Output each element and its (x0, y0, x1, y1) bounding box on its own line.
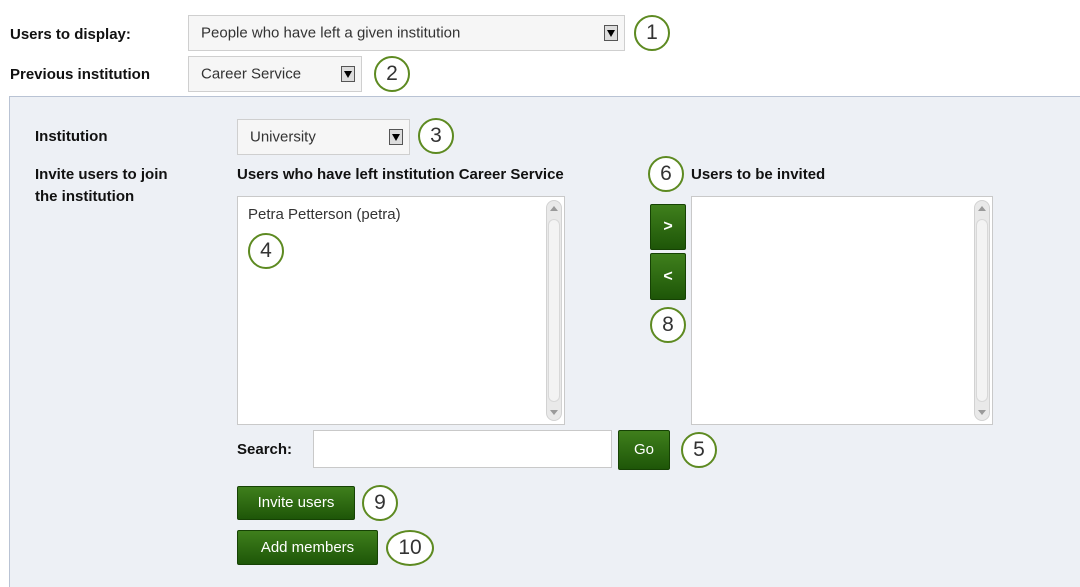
invite-users-label-line1: Invite users to join (35, 166, 168, 183)
scroll-up-icon[interactable] (978, 206, 986, 211)
callout-10: 10 (386, 530, 434, 566)
add-to-invite-button[interactable]: > (650, 204, 686, 250)
users-to-be-invited-listbox[interactable] (691, 196, 993, 425)
callout-1: 1 (634, 15, 670, 51)
institution-label: Institution (35, 128, 108, 145)
scroll-thumb[interactable] (548, 219, 560, 402)
list-item[interactable]: Petra Petterson (petra) (248, 206, 401, 223)
left-list-scrollbar[interactable] (546, 200, 562, 421)
institution-select[interactable]: University (237, 119, 410, 155)
previous-institution-value: Career Service (201, 65, 302, 83)
callout-9: 9 (362, 485, 398, 521)
invite-users-button[interactable]: Invite users (237, 486, 355, 520)
search-label: Search: (237, 441, 293, 458)
callout-5: 5 (681, 432, 717, 468)
scroll-down-icon[interactable] (978, 410, 986, 415)
users-to-display-label: Users to display: (10, 26, 131, 43)
search-input[interactable] (313, 430, 612, 468)
callout-4: 4 (248, 233, 284, 269)
remove-from-invite-button[interactable]: < (650, 253, 686, 300)
right-list-scrollbar[interactable] (974, 200, 990, 421)
callout-8: 8 (650, 307, 686, 343)
scroll-down-icon[interactable] (550, 410, 558, 415)
dropdown-arrow-icon (604, 25, 618, 41)
users-to-display-value: People who have left a given institution (201, 24, 461, 42)
dropdown-arrow-icon (389, 129, 403, 145)
institution-value: University (250, 128, 316, 146)
callout-6: 6 (648, 156, 684, 192)
invite-users-label-line2: the institution (35, 188, 135, 205)
go-button[interactable]: Go (618, 430, 670, 470)
dropdown-arrow-icon (341, 66, 355, 82)
add-members-button[interactable]: Add members (237, 530, 378, 565)
left-list-title: Users who have left institution Career S… (237, 166, 564, 183)
scroll-up-icon[interactable] (550, 206, 558, 211)
callout-3: 3 (418, 118, 454, 154)
previous-institution-select[interactable]: Career Service (188, 56, 362, 92)
previous-institution-label: Previous institution (10, 66, 151, 83)
right-list-title: Users to be invited (691, 166, 826, 183)
users-to-display-select[interactable]: People who have left a given institution (188, 15, 625, 51)
callout-2: 2 (374, 56, 410, 92)
left-users-listbox[interactable]: Petra Petterson (petra) (237, 196, 565, 425)
scroll-thumb[interactable] (976, 219, 988, 402)
